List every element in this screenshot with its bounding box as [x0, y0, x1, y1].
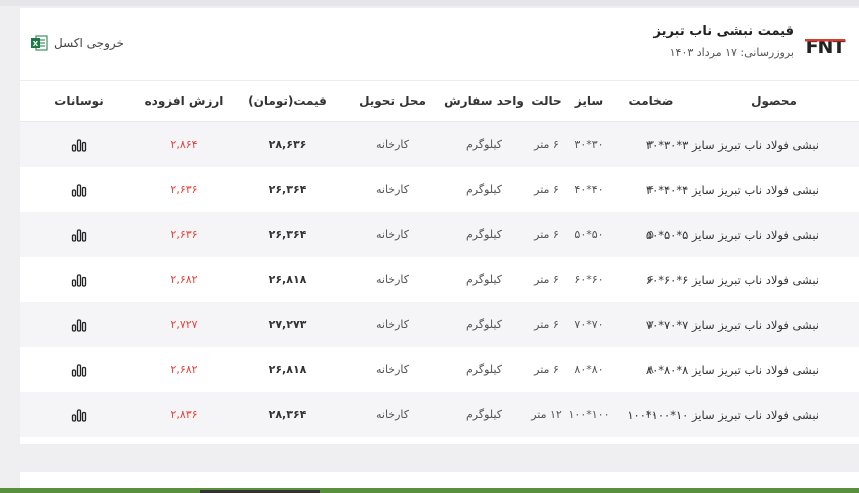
cell-unit: کیلوگرم [440, 347, 528, 392]
table-row: نبشی فولاد ناب تبریز سایز ۳*۳۰*۳۰۳۳۰*۳۰۶… [20, 121, 859, 167]
col-unit: واحد سفارش [440, 81, 528, 122]
cell-state: ۶ متر [528, 257, 565, 302]
cell-delivery: کارخانه [345, 121, 440, 167]
cell-price: ۲۸,۳۶۴ [230, 392, 345, 437]
bar-chart-icon[interactable] [71, 273, 87, 287]
cell-size: ۵۰*۵۰ [565, 212, 613, 257]
cell-size: ۷۰*۷۰ [565, 302, 613, 347]
cell-product: نبشی فولاد ناب تبریز سایز ۸*۸۰*۸۰ [646, 347, 859, 392]
cell-fluctuations [20, 257, 138, 302]
brand: FNT قیمت نبشی ناب تبریز بروزرسانی: ۱۷ مر… [653, 22, 848, 59]
cell-product: نبشی فولاد ناب تبریز سایز ۷*۷۰*۷۰ [646, 302, 859, 347]
cell-product: نبشی فولاد ناب تبریز سایز ۵*۵۰*۵۰ [646, 212, 859, 257]
cell-price: ۲۶,۳۶۴ [230, 212, 345, 257]
page-title: قیمت نبشی ناب تبریز [653, 24, 794, 39]
col-thickness: ضخامت [613, 81, 689, 122]
col-state: حالت [528, 81, 565, 122]
cell-state: ۱۲ متر [528, 392, 565, 437]
cell-state: ۶ متر [528, 212, 565, 257]
col-fluctuations: نوسانات [20, 81, 138, 122]
cell-delivery: کارخانه [345, 302, 440, 347]
cell-delivery: کارخانه [345, 257, 440, 302]
cell-fluctuations [20, 392, 138, 437]
cell-unit: کیلوگرم [440, 167, 528, 212]
table-row: نبشی فولاد ناب تبریز سایز ۶*۶۰*۶۰۶۶۰*۶۰۶… [20, 257, 859, 302]
cell-unit: کیلوگرم [440, 302, 528, 347]
cell-delivery: کارخانه [345, 167, 440, 212]
cell-price: ۲۸,۶۳۶ [230, 121, 345, 167]
cell-product: نبشی فولاد ناب تبریز سایز ۳*۳۰*۳۰ [646, 121, 859, 167]
cell-product: نبشی فولاد ناب تبریز سایز ۴*۴۰*۴۰ [646, 167, 859, 212]
svg-text:X: X [33, 40, 39, 48]
cell-state: ۶ متر [528, 167, 565, 212]
table-header-row: محصول ضخامت سایز حالت واحد سفارش محل تحو… [20, 81, 859, 122]
cell-state: ۶ متر [528, 121, 565, 167]
export-label: خروجی اکسل [54, 36, 124, 50]
cell-size: ۳۰*۳۰ [565, 121, 613, 167]
cell-size: ۶۰*۶۰ [565, 257, 613, 302]
table-row: نبشی فولاد ناب تبریز سایز ۴*۴۰*۴۰۴۴۰*۴۰۶… [20, 167, 859, 212]
bar-chart-icon[interactable] [71, 363, 87, 377]
cell-added-value: ۲,۶۸۲ [138, 347, 230, 392]
table-row: نبشی فولاد ناب تبریز سایز ۸*۸۰*۸۰۸۸۰*۸۰۶… [20, 347, 859, 392]
cell-fluctuations [20, 347, 138, 392]
cell-size: ۱۰۰*۱۰۰ [565, 392, 613, 437]
top-strip [0, 0, 859, 6]
cell-added-value: ۲,۶۸۲ [138, 257, 230, 302]
cell-price: ۲۶,۳۶۴ [230, 167, 345, 212]
price-card: FNT قیمت نبشی ناب تبریز بروزرسانی: ۱۷ مر… [20, 8, 859, 444]
cell-product: نبشی فولاد ناب تبریز سایز ۶*۶۰*۶۰ [646, 257, 859, 302]
cell-size: ۴۰*۴۰ [565, 167, 613, 212]
brand-logo: FNT [805, 36, 845, 57]
cell-added-value: ۲,۶۳۶ [138, 212, 230, 257]
cell-delivery: کارخانه [345, 392, 440, 437]
cell-state: ۶ متر [528, 347, 565, 392]
col-price: قیمت(تومان) [230, 81, 345, 122]
cell-state: ۶ متر [528, 302, 565, 347]
cell-size: ۸۰*۸۰ [565, 347, 613, 392]
cell-added-value: ۲,۶۳۶ [138, 167, 230, 212]
export-excel-button[interactable]: خروجی اکسل X [30, 34, 124, 52]
cell-fluctuations [20, 212, 138, 257]
cell-price: ۲۶,۸۱۸ [230, 257, 345, 302]
cell-price: ۲۷,۲۷۳ [230, 302, 345, 347]
cell-unit: کیلوگرم [440, 392, 528, 437]
cell-added-value: ۲,۸۶۴ [138, 121, 230, 167]
table-row: نبشی فولاد ناب تبریز سایز ۷*۷۰*۷۰۷۷۰*۷۰۶… [20, 302, 859, 347]
cell-unit: کیلوگرم [440, 257, 528, 302]
cell-unit: کیلوگرم [440, 121, 528, 167]
cell-delivery: کارخانه [345, 212, 440, 257]
excel-icon: X [31, 35, 48, 51]
cell-unit: کیلوگرم [440, 212, 528, 257]
cell-product: نبشی فولاد ناب تبریز سایز ۱۰*۱۰۰*۱۰۰ [627, 392, 859, 437]
cell-delivery: کارخانه [345, 347, 440, 392]
cell-fluctuations [20, 167, 138, 212]
price-table: محصول ضخامت سایز حالت واحد سفارش محل تحو… [20, 81, 859, 437]
bar-chart-icon[interactable] [71, 183, 87, 197]
table-row: نبشی فولاد ناب تبریز سایز ۵*۵۰*۵۰۵۵۰*۵۰۶… [20, 212, 859, 257]
bar-chart-icon[interactable] [71, 228, 87, 242]
col-added-value: ارزش افزوده [138, 81, 230, 122]
cell-added-value: ۲,۸۳۶ [138, 392, 230, 437]
col-delivery: محل تحویل [345, 81, 440, 122]
bar-chart-icon[interactable] [71, 138, 87, 152]
cell-added-value: ۲,۷۲۷ [138, 302, 230, 347]
table-row: نبشی فولاد ناب تبریز سایز ۱۰*۱۰۰*۱۰۰۱۰۱۰… [20, 392, 859, 437]
col-product: محصول [689, 81, 859, 122]
cell-price: ۲۶,۸۱۸ [230, 347, 345, 392]
footer-bar [0, 488, 859, 493]
cell-fluctuations [20, 121, 138, 167]
bar-chart-icon[interactable] [71, 318, 87, 332]
bar-chart-icon[interactable] [71, 408, 87, 422]
brand-text: قیمت نبشی ناب تبریز بروزرسانی: ۱۷ مرداد … [653, 22, 794, 59]
cell-fluctuations [20, 302, 138, 347]
col-size: سایز [565, 81, 613, 122]
card-header: FNT قیمت نبشی ناب تبریز بروزرسانی: ۱۷ مر… [20, 8, 859, 81]
update-date: بروزرسانی: ۱۷ مرداد ۱۴۰۳ [669, 46, 794, 59]
